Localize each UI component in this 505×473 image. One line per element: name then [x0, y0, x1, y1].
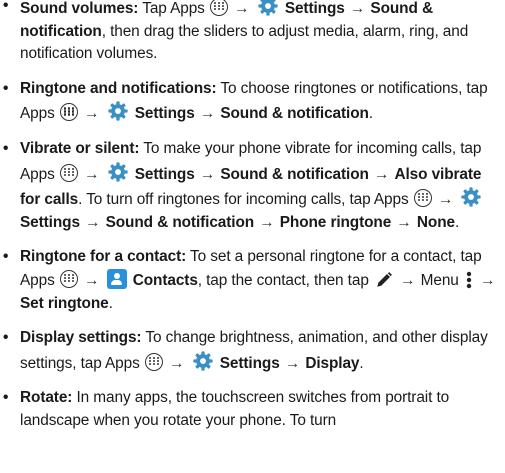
item-title: Ringtone and notifications:: [20, 79, 217, 97]
pencil-edit-icon: [377, 272, 392, 287]
apps-icon: [144, 352, 163, 371]
settings-gear-icon: [107, 101, 128, 121]
apps-icon: [209, 0, 228, 16]
settings-label: Settings: [134, 165, 195, 183]
settings-gear-icon: [461, 187, 482, 207]
settings-label: Settings: [20, 213, 80, 231]
arrow: →: [284, 354, 301, 372]
item-text: .: [368, 105, 373, 123]
bullet: •: [3, 139, 9, 157]
arrow: →: [84, 105, 100, 123]
arrow: →: [169, 354, 185, 372]
menu-more-icon: [466, 271, 472, 289]
settings-gear-icon: [192, 351, 213, 371]
arrow: →: [199, 165, 216, 183]
arrow: →: [400, 271, 416, 289]
settings-label: Settings: [284, 0, 345, 17]
item-text: . To turn off ringtones for incoming cal…: [78, 191, 409, 209]
contacts-label: Contacts: [132, 271, 198, 289]
item-text: .: [108, 294, 113, 312]
phone-ringtone-label: Phone ringtone: [279, 213, 392, 231]
apps-icon: [59, 163, 78, 182]
bullet: •: [3, 79, 9, 97]
arrow: →: [480, 271, 496, 289]
arrow: →: [396, 213, 412, 231]
list-item-rotate: • Rotate: In many apps, the touchscreen …: [0, 387, 505, 432]
arrow: →: [84, 271, 100, 289]
arrow: →: [259, 213, 275, 231]
arrow: →: [373, 165, 390, 183]
arrow: →: [84, 165, 100, 183]
bullet: •: [3, 0, 9, 14]
item-text: In many apps, the touchscreen switches f…: [20, 389, 450, 429]
settings-gear-icon: [107, 161, 128, 182]
item-title: Ringtone for a contact:: [20, 248, 187, 266]
item-text: Tap Apps: [142, 0, 205, 17]
sound-notification-label: Sound & notification: [220, 165, 369, 183]
none-label: None: [416, 213, 455, 231]
bullet: •: [3, 248, 9, 266]
list-item-ringtone-notifications: • Ringtone and notifications: To choose …: [0, 78, 505, 126]
apps-icon: [59, 269, 78, 288]
contacts-icon: [106, 268, 127, 289]
display-label: Display: [305, 354, 360, 372]
arrow: →: [437, 191, 454, 209]
apps-icon: [413, 189, 432, 208]
arrow: →: [85, 213, 101, 231]
bullet: •: [3, 329, 9, 347]
arrow: →: [349, 0, 366, 17]
item-title: Display settings:: [20, 329, 142, 347]
settings-gear-icon: [258, 0, 278, 16]
arrow: →: [199, 105, 216, 123]
set-ringtone-label: Set ringtone: [20, 294, 109, 312]
apps-icon: [59, 103, 78, 122]
sound-notification-label: Sound & notification: [220, 105, 369, 123]
item-text: .: [359, 354, 364, 372]
arrow: →: [234, 0, 250, 17]
list-item-display-settings: • Display settings: To change brightness…: [0, 327, 505, 375]
item-title: Sound volumes:: [20, 0, 139, 17]
settings-label: Settings: [219, 354, 280, 372]
item-text: .: [454, 213, 460, 231]
sound-notification-label: Sound & notification: [105, 213, 255, 231]
bullet: •: [3, 389, 9, 407]
item-title: Vibrate or silent:: [20, 139, 140, 157]
list-item-vibrate-silent: • Vibrate or silent: To make your phone …: [0, 138, 505, 234]
item-text: , tap the contact, then tap: [197, 271, 369, 289]
document-page: • Sound volumes: Tap Apps → Settings → S…: [0, 0, 505, 445]
settings-label: Settings: [134, 105, 195, 123]
menu-label: Menu: [420, 271, 459, 289]
item-title: Rotate:: [20, 389, 73, 407]
list-item-sound-volumes: • Sound volumes: Tap Apps → Settings → S…: [0, 0, 505, 66]
list-item-contact-ringtone: • Ringtone for a contact: To set a perso…: [0, 246, 505, 315]
